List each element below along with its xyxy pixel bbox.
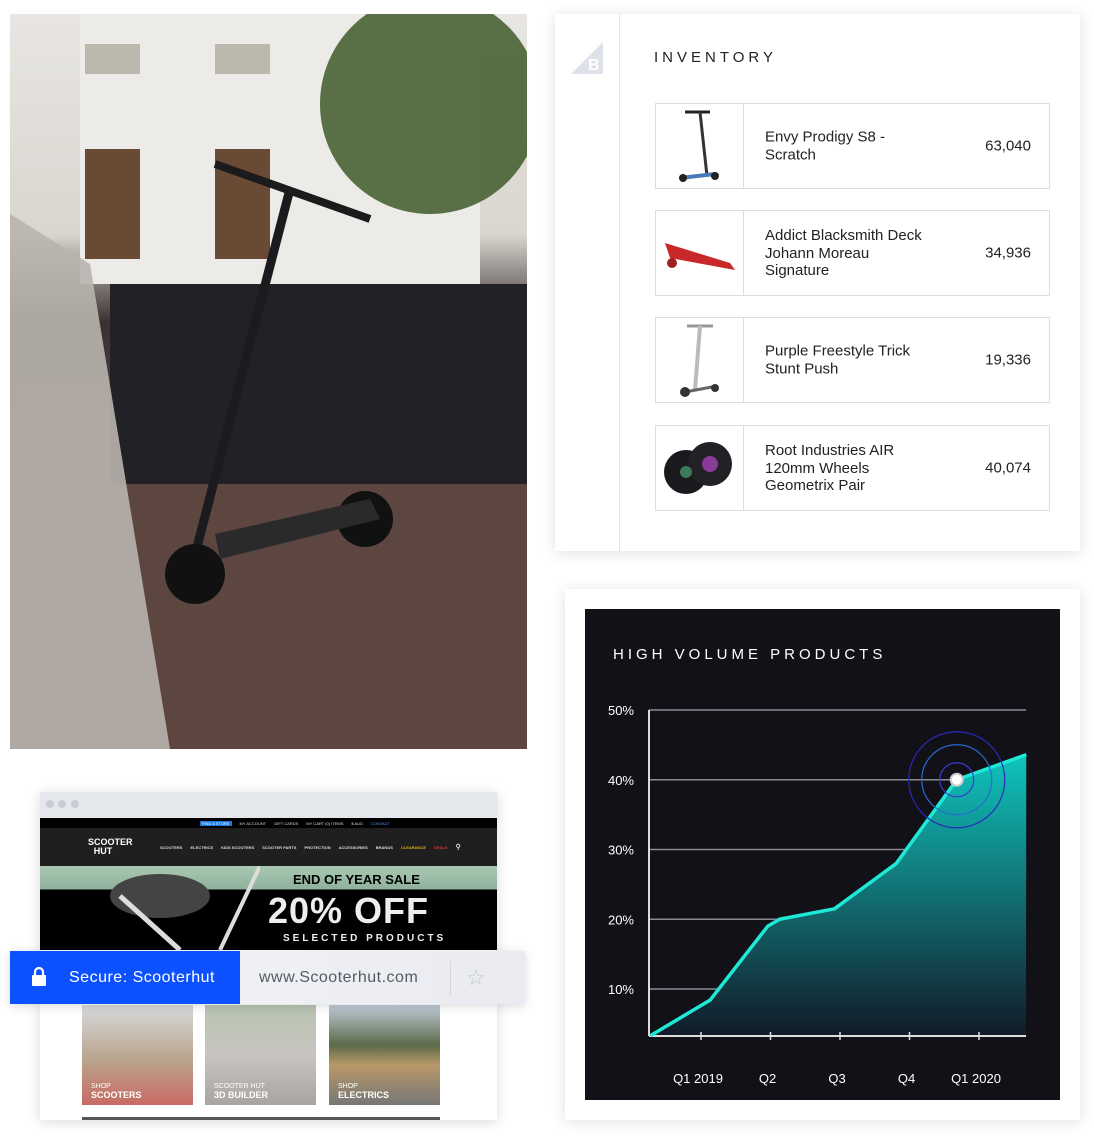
inventory-row[interactable]: Purple Freestyle Trick Stunt Push 19,336 — [655, 317, 1050, 403]
y-tick-label: 50% — [608, 703, 634, 718]
bookmark-star-icon[interactable]: ☆ — [466, 965, 486, 991]
tile-label: SCOOTERS — [91, 1090, 142, 1100]
product-quantity: 40,074 — [985, 459, 1031, 477]
x-tick-label: Q4 — [898, 1071, 915, 1086]
banner-heading: END OF YEAR SALE — [293, 872, 420, 887]
cart-link[interactable]: MY CART (0) ITEMS — [306, 821, 343, 826]
lock-icon — [32, 966, 46, 986]
secure-badge[interactable]: Secure: Scooterhut — [10, 951, 240, 1004]
nav-accessories[interactable]: ACCESSORIES — [339, 845, 368, 850]
high-volume-products-chart: HIGH VOLUME PRODUCTS 10% 20% 30% 40% 50% Q1 2… — [585, 609, 1060, 1100]
url-text[interactable]: www.Scooterhut.com — [259, 969, 418, 987]
address-bar[interactable]: Secure: Scooterhut www.Scooterhut.com ☆ — [10, 951, 525, 1004]
y-tick-label: 10% — [608, 982, 634, 997]
scooter-photo-illustration — [10, 14, 527, 749]
product-thumbnail-stunt-scooter — [656, 104, 744, 188]
product-name: Addict Blacksmith Deck Johann Moreau Sig… — [765, 226, 922, 279]
tile-label-top: SHOP — [338, 1083, 358, 1090]
product-name: Purple Freestyle Trick Stunt Push — [765, 342, 911, 378]
currency-select[interactable]: $ AUD — [351, 821, 363, 826]
window-dot[interactable] — [46, 800, 54, 808]
product-name: Envy Prodigy S8 - Scratch — [765, 128, 886, 164]
highlight-point — [949, 772, 964, 787]
banner-discount: 20% OFF — [268, 890, 430, 931]
my-account-link[interactable]: MY ACCOUNT — [240, 821, 267, 826]
nav-electrics[interactable]: ELECTRICS — [190, 845, 213, 850]
window-dot[interactable] — [71, 800, 79, 808]
search-icon[interactable]: ⚲ — [456, 843, 461, 851]
nav-protection[interactable]: PROTECTION — [304, 845, 330, 850]
x-tick-label: Q2 — [759, 1071, 776, 1086]
product-quantity: 19,336 — [985, 351, 1031, 369]
gift-cards-link[interactable]: GIFT CARDS — [274, 821, 298, 826]
secure-label: Secure: Scooterhut — [69, 969, 215, 986]
site-topbar: FIND A STORE MY ACCOUNT GIFT CARDS MY CA… — [40, 818, 497, 828]
tile-label-top: SCOOTER HUT — [214, 1083, 265, 1090]
x-tick-label: Q1 2019 — [673, 1071, 723, 1086]
sidebar-divider — [619, 14, 620, 551]
product-name: Root Industries AIR 120mm Wheels Geometr… — [765, 441, 895, 494]
nav-kids-scooters[interactable]: KIDS SCOOTERS — [221, 845, 254, 850]
nav-scooters[interactable]: SCOOTERS — [160, 845, 182, 850]
tile-shop-scooters[interactable]: SHOP SCOOTERS — [82, 1005, 193, 1105]
find-store-link[interactable]: FIND A STORE — [200, 820, 232, 826]
product-quantity: 34,936 — [985, 244, 1031, 262]
tile-shop-electrics[interactable]: SHOP ELECTRICS — [329, 1005, 440, 1105]
product-thumbnail-wheels — [656, 426, 744, 510]
y-tick-label: 30% — [608, 843, 634, 858]
x-tick-label: Q3 — [828, 1071, 845, 1086]
window-dot[interactable] — [58, 800, 66, 808]
nav-clearance[interactable]: CLEARANCE — [401, 845, 426, 850]
tile-label: 3D BUILDER — [214, 1090, 269, 1100]
contact-link[interactable]: CONTACT — [371, 821, 390, 826]
svg-text:B: B — [588, 57, 600, 74]
site-header: SCOOTER HUT SCOOTERS ELECTRICS KIDS SCOO… — [40, 828, 497, 866]
inventory-row[interactable]: Envy Prodigy S8 - Scratch 63,040 — [655, 103, 1050, 189]
nav-scooter-parts[interactable]: SCOOTER PARTS — [262, 845, 296, 850]
product-thumbnail-silver-scooter — [656, 318, 744, 402]
product-thumbnail-red-deck — [656, 211, 744, 295]
tile-label-top: SHOP — [91, 1083, 111, 1090]
inventory-row[interactable]: Root Industries AIR 120mm Wheels Geometr… — [655, 425, 1050, 511]
browser-chrome — [40, 792, 497, 818]
banner-subtitle: SELECTED PRODUCTS — [283, 933, 447, 944]
x-tick-label: Q1 2020 — [951, 1071, 1001, 1086]
chart-plot: 10% 20% 30% 40% 50% Q1 2019 Q2 Q3 Q4 Q1 2020 — [608, 703, 1027, 1086]
inventory-row[interactable]: Addict Blacksmith Deck Johann Moreau Sig… — [655, 210, 1050, 296]
tile-3d-builder[interactable]: SCOOTER HUT 3D BUILDER — [205, 1005, 316, 1105]
y-tick-label: 20% — [608, 912, 634, 927]
url-divider — [450, 961, 451, 995]
nav-deals[interactable]: DEALS — [434, 845, 448, 850]
inventory-title: INVENTORY — [654, 49, 777, 66]
product-quantity: 63,040 — [985, 137, 1031, 155]
hero-photo-electric-scooter — [10, 14, 527, 749]
y-tick-label: 40% — [608, 773, 634, 788]
nav-brands[interactable]: BRANDS — [376, 845, 393, 850]
sale-banner[interactable]: END OF YEAR SALE 20% OFF SELECTED PRODUC… — [40, 866, 497, 950]
inventory-card: B INVENTORY Envy Prodigy S8 - Scratch 63… — [555, 14, 1080, 551]
skater-image — [110, 866, 260, 950]
area-fill — [649, 754, 1027, 1036]
site-logo[interactable]: SCOOTER HUT — [88, 838, 133, 856]
more-tiles-row — [82, 1117, 440, 1120]
bigcommerce-logo-icon: B — [571, 42, 603, 74]
tile-label: ELECTRICS — [338, 1090, 390, 1100]
